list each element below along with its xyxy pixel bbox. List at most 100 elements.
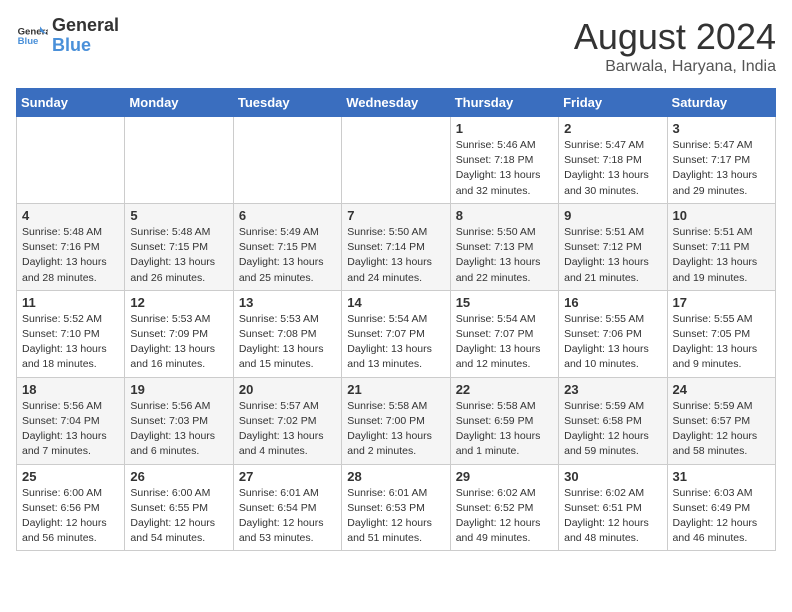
day-info: Sunrise: 5:48 AM Sunset: 7:16 PM Dayligh… [22,225,119,286]
day-number: 1 [456,121,553,136]
day-number: 3 [673,121,770,136]
column-header-thursday: Thursday [450,89,558,117]
day-number: 14 [347,295,444,310]
calendar-week-3: 11 Sunrise: 5:52 AM Sunset: 7:10 PM Dayli… [17,290,776,377]
day-info: Sunrise: 5:54 AM Sunset: 7:07 PM Dayligh… [456,312,553,373]
day-info: Sunrise: 5:56 AM Sunset: 7:03 PM Dayligh… [130,399,227,460]
calendar-cell: 9 Sunrise: 5:51 AM Sunset: 7:12 PM Daylig… [559,203,667,290]
title-area: August 2024 Barwala, Haryana, India [574,16,776,76]
day-number: 16 [564,295,661,310]
day-info: Sunrise: 5:58 AM Sunset: 6:59 PM Dayligh… [456,399,553,460]
calendar-cell: 29 Sunrise: 6:02 AM Sunset: 6:52 PM Dayli… [450,464,558,551]
day-number: 25 [22,469,119,484]
day-info: Sunrise: 5:53 AM Sunset: 7:09 PM Dayligh… [130,312,227,373]
day-info: Sunrise: 5:51 AM Sunset: 7:12 PM Dayligh… [564,225,661,286]
page-header: General Blue General Blue August 2024 Ba… [16,16,776,76]
calendar-cell [342,117,450,204]
day-info: Sunrise: 5:48 AM Sunset: 7:15 PM Dayligh… [130,225,227,286]
calendar-cell: 8 Sunrise: 5:50 AM Sunset: 7:13 PM Daylig… [450,203,558,290]
day-number: 17 [673,295,770,310]
calendar-cell: 3 Sunrise: 5:47 AM Sunset: 7:17 PM Daylig… [667,117,775,204]
day-info: Sunrise: 6:02 AM Sunset: 6:51 PM Dayligh… [564,486,661,547]
day-info: Sunrise: 5:55 AM Sunset: 7:06 PM Dayligh… [564,312,661,373]
day-info: Sunrise: 6:03 AM Sunset: 6:49 PM Dayligh… [673,486,770,547]
day-info: Sunrise: 5:50 AM Sunset: 7:13 PM Dayligh… [456,225,553,286]
day-number: 27 [239,469,336,484]
day-number: 24 [673,382,770,397]
calendar-cell: 10 Sunrise: 5:51 AM Sunset: 7:11 PM Dayli… [667,203,775,290]
calendar-cell: 2 Sunrise: 5:47 AM Sunset: 7:18 PM Daylig… [559,117,667,204]
day-info: Sunrise: 6:00 AM Sunset: 6:56 PM Dayligh… [22,486,119,547]
day-info: Sunrise: 5:49 AM Sunset: 7:15 PM Dayligh… [239,225,336,286]
day-number: 18 [22,382,119,397]
calendar-table: SundayMondayTuesdayWednesdayThursdayFrid… [16,88,776,551]
calendar-cell: 13Sunrise: 5:53 AM Sunset: 7:08 PM Dayli… [233,290,341,377]
day-info: Sunrise: 5:50 AM Sunset: 7:14 PM Dayligh… [347,225,444,286]
day-info: Sunrise: 5:51 AM Sunset: 7:11 PM Dayligh… [673,225,770,286]
day-info: Sunrise: 5:53 AM Sunset: 7:08 PM Dayligh… [239,312,336,373]
calendar-cell [233,117,341,204]
day-number: 19 [130,382,227,397]
day-number: 26 [130,469,227,484]
calendar-cell: 17 Sunrise: 5:55 AM Sunset: 7:05 PM Dayli… [667,290,775,377]
day-number: 10 [673,208,770,223]
day-number: 6 [239,208,336,223]
month-year: August 2024 [574,16,776,58]
day-info: Sunrise: 5:59 AM Sunset: 6:57 PM Dayligh… [673,399,770,460]
calendar-cell: 15 Sunrise: 5:54 AM Sunset: 7:07 PM Dayli… [450,290,558,377]
calendar-cell: 16 Sunrise: 5:55 AM Sunset: 7:06 PM Dayli… [559,290,667,377]
day-number: 9 [564,208,661,223]
day-number: 22 [456,382,553,397]
day-number: 21 [347,382,444,397]
logo-text: General Blue [52,16,119,56]
day-info: Sunrise: 5:56 AM Sunset: 7:04 PM Dayligh… [22,399,119,460]
day-number: 23 [564,382,661,397]
calendar-cell [125,117,233,204]
day-info: Sunrise: 6:01 AM Sunset: 6:53 PM Dayligh… [347,486,444,547]
column-header-wednesday: Wednesday [342,89,450,117]
day-number: 2 [564,121,661,136]
calendar-body: 1 Sunrise: 5:46 AM Sunset: 7:18 PM Daylig… [17,117,776,551]
day-info: Sunrise: 5:57 AM Sunset: 7:02 PM Dayligh… [239,399,336,460]
calendar-cell: 11 Sunrise: 5:52 AM Sunset: 7:10 PM Dayli… [17,290,125,377]
calendar-week-1: 1 Sunrise: 5:46 AM Sunset: 7:18 PM Daylig… [17,117,776,204]
day-number: 29 [456,469,553,484]
day-number: 4 [22,208,119,223]
calendar-cell: 23Sunrise: 5:59 AM Sunset: 6:58 PM Dayli… [559,377,667,464]
calendar-week-4: 18 Sunrise: 5:56 AM Sunset: 7:04 PM Dayli… [17,377,776,464]
column-header-friday: Friday [559,89,667,117]
day-info: Sunrise: 5:46 AM Sunset: 7:18 PM Dayligh… [456,138,553,199]
day-info: Sunrise: 5:47 AM Sunset: 7:18 PM Dayligh… [564,138,661,199]
day-number: 28 [347,469,444,484]
calendar-cell: 6 Sunrise: 5:49 AM Sunset: 7:15 PM Daylig… [233,203,341,290]
calendar-cell: 7Sunrise: 5:50 AM Sunset: 7:14 PM Daylig… [342,203,450,290]
day-number: 11 [22,295,119,310]
logo: General Blue General Blue [16,16,119,56]
calendar-cell: 18 Sunrise: 5:56 AM Sunset: 7:04 PM Dayli… [17,377,125,464]
calendar-cell: 22 Sunrise: 5:58 AM Sunset: 6:59 PM Dayli… [450,377,558,464]
column-header-monday: Monday [125,89,233,117]
day-number: 8 [456,208,553,223]
calendar-cell: 31 Sunrise: 6:03 AM Sunset: 6:49 PM Dayli… [667,464,775,551]
day-info: Sunrise: 5:47 AM Sunset: 7:17 PM Dayligh… [673,138,770,199]
column-header-tuesday: Tuesday [233,89,341,117]
day-info: Sunrise: 6:02 AM Sunset: 6:52 PM Dayligh… [456,486,553,547]
logo-icon: General Blue [16,20,48,52]
calendar-cell: 21 Sunrise: 5:58 AM Sunset: 7:00 PM Dayli… [342,377,450,464]
day-number: 5 [130,208,227,223]
calendar-cell: 5 Sunrise: 5:48 AM Sunset: 7:15 PM Daylig… [125,203,233,290]
location: Barwala, Haryana, India [574,58,776,76]
day-info: Sunrise: 5:55 AM Sunset: 7:05 PM Dayligh… [673,312,770,373]
calendar-cell: 20Sunrise: 5:57 AM Sunset: 7:02 PM Dayli… [233,377,341,464]
day-info: Sunrise: 5:58 AM Sunset: 7:00 PM Dayligh… [347,399,444,460]
calendar-header-row: SundayMondayTuesdayWednesdayThursdayFrid… [17,89,776,117]
calendar-cell [17,117,125,204]
svg-text:Blue: Blue [18,36,39,47]
day-number: 15 [456,295,553,310]
calendar-cell: 25 Sunrise: 6:00 AM Sunset: 6:56 PM Dayli… [17,464,125,551]
day-info: Sunrise: 5:52 AM Sunset: 7:10 PM Dayligh… [22,312,119,373]
calendar-week-2: 4 Sunrise: 5:48 AM Sunset: 7:16 PM Daylig… [17,203,776,290]
day-number: 30 [564,469,661,484]
calendar-cell: 28 Sunrise: 6:01 AM Sunset: 6:53 PM Dayli… [342,464,450,551]
day-number: 31 [673,469,770,484]
